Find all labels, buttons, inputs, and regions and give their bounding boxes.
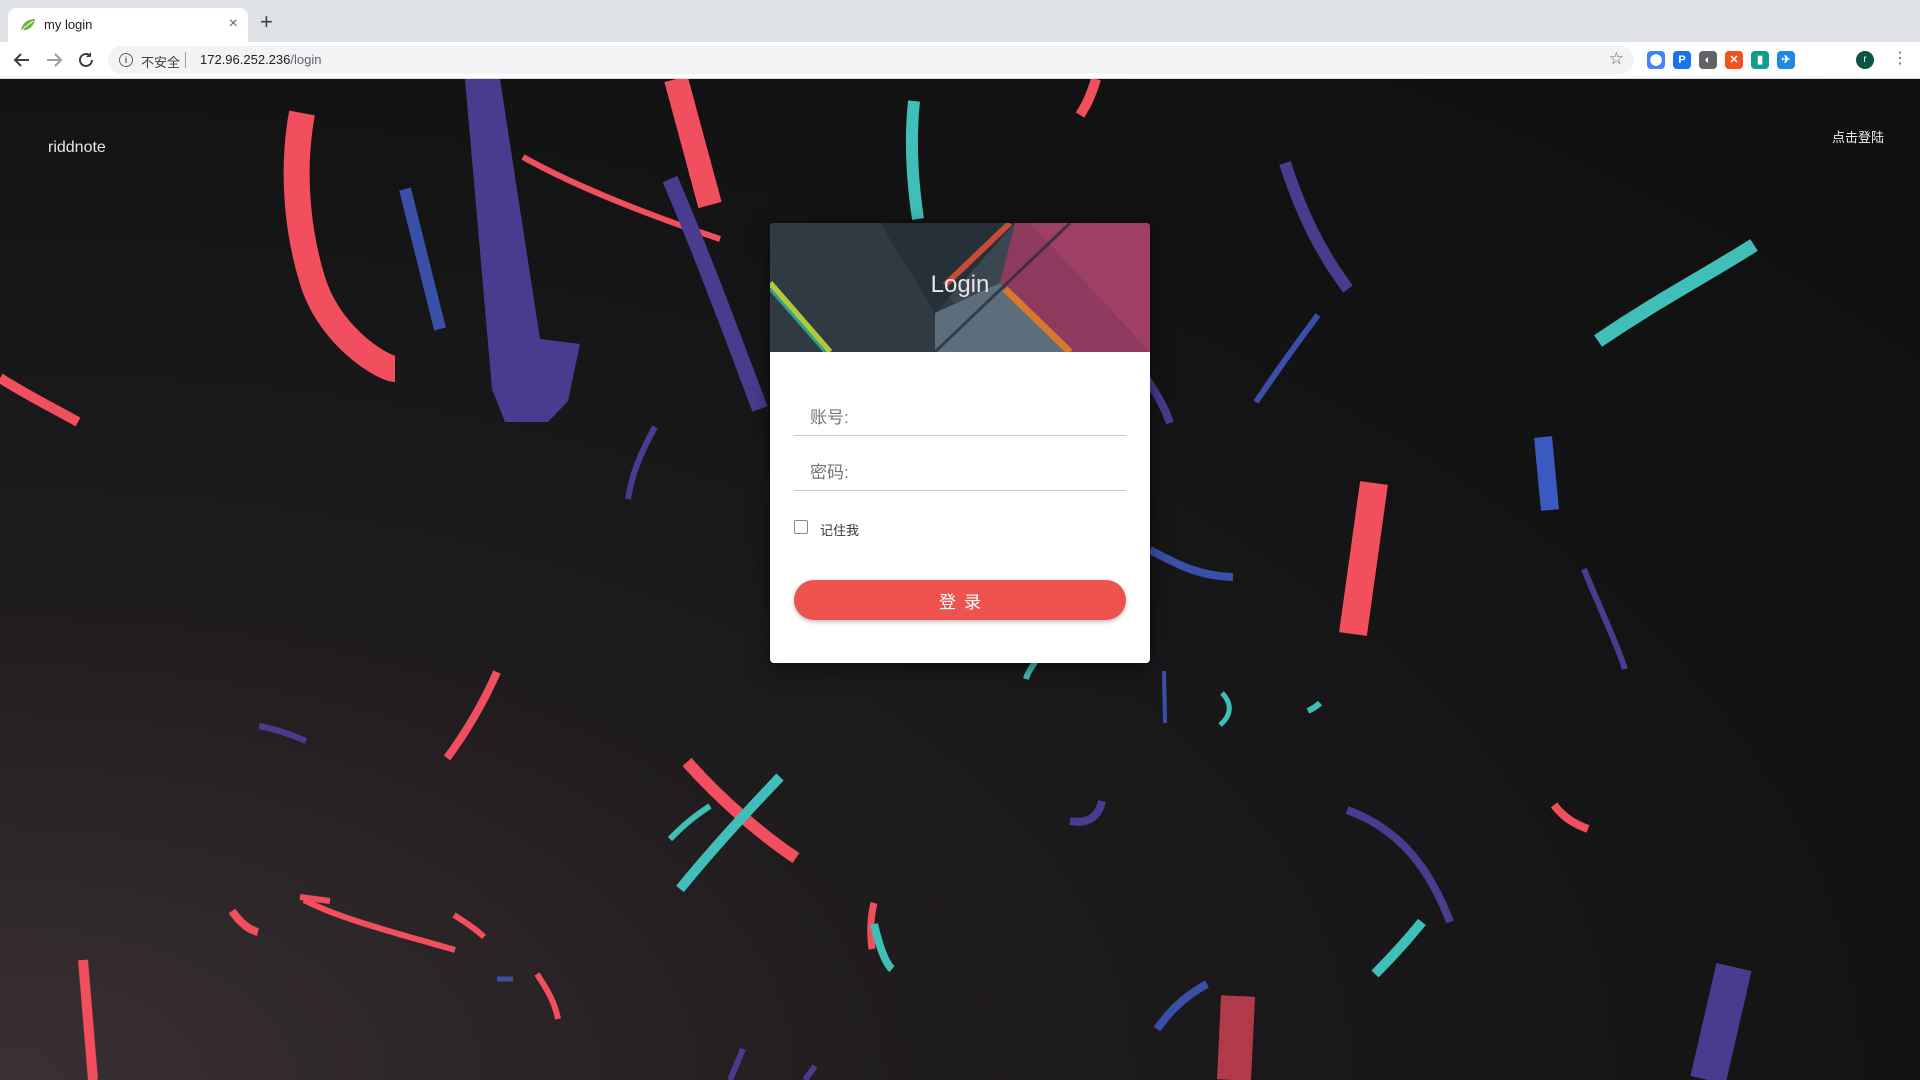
username-label: 账号: — [810, 408, 849, 427]
page-background: riddnote 点击登陆 Login 账号: 密码: 记住我 登录 — [0, 79, 1920, 1080]
password-input[interactable] — [858, 454, 1122, 484]
url-text[interactable]: 172.96.252.236/login — [200, 52, 321, 67]
ext-mark-icon[interactable]: ◐ — [1699, 51, 1717, 69]
tab-close-icon[interactable]: × — [229, 15, 238, 33]
back-icon[interactable] — [10, 48, 34, 72]
username-input[interactable] — [858, 399, 1122, 429]
remember-label[interactable]: 记住我 — [820, 520, 859, 539]
password-field[interactable]: 密码: — [794, 446, 1126, 491]
login-title: Login — [930, 271, 990, 298]
url-host: 172.96.252.236 — [200, 52, 291, 67]
signin-link[interactable]: 点击登陆 — [1832, 127, 1884, 146]
brand-name[interactable]: riddnote — [48, 139, 106, 157]
browser-tab[interactable]: my login × — [8, 8, 248, 42]
login-card-header: Login — [770, 223, 1150, 352]
address-bar[interactable]: i 不安全 172.96.252.236/login ☆ — [108, 46, 1634, 74]
ext-book-icon[interactable]: ▮ — [1751, 51, 1769, 69]
password-label: 密码: — [810, 463, 849, 482]
tab-strip: my login × + — [0, 0, 1920, 42]
ext-chrome-icon[interactable]: ⬤ — [1647, 51, 1665, 69]
username-field[interactable]: 账号: — [794, 391, 1126, 436]
reload-icon[interactable] — [74, 48, 98, 72]
menu-icon[interactable]: ⋮ — [1892, 48, 1908, 68]
tab-title: my login — [44, 17, 93, 32]
new-tab-icon[interactable]: + — [260, 11, 273, 33]
ext-bird-icon[interactable]: ✈ — [1777, 51, 1795, 69]
login-button[interactable]: 登录 — [794, 580, 1126, 620]
ext-orange-icon[interactable]: ✕ — [1725, 51, 1743, 69]
star-icon[interactable]: ☆ — [1609, 49, 1624, 69]
info-icon[interactable]: i — [119, 53, 133, 67]
leaf-favicon-icon — [21, 19, 35, 31]
security-status[interactable]: 不安全 — [141, 52, 180, 71]
login-card: Login 账号: 密码: 记住我 登录 — [770, 223, 1150, 663]
divider — [185, 52, 186, 68]
profile-avatar[interactable]: r — [1856, 51, 1874, 69]
browser-toolbar: i 不安全 172.96.252.236/login ☆ ⬤ P ◐ ✕ ▮ ✈ r ⋮ — [0, 42, 1920, 79]
url-path: /login — [290, 52, 322, 67]
ext-p-icon[interactable]: P — [1673, 51, 1691, 69]
forward-icon[interactable] — [42, 48, 66, 72]
remember-checkbox[interactable] — [794, 520, 808, 534]
